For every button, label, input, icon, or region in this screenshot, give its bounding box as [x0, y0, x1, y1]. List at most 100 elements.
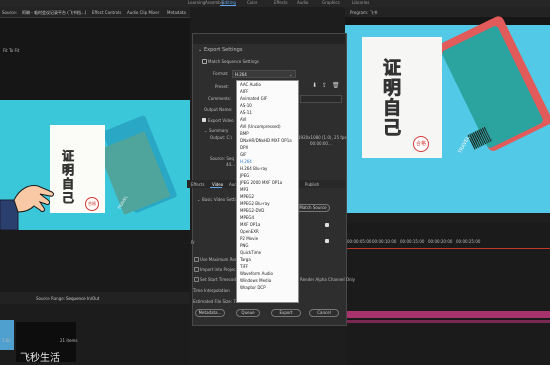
format-option-jpeg[interactable]: JPEG — [240, 173, 249, 178]
project-panel-header: Source Range: Sequence In/Out — [0, 292, 190, 304]
format-option-avi[interactable]: AVI — [240, 117, 246, 122]
tab-effect-controls[interactable]: Effect Controls — [92, 10, 121, 15]
format-option-animated-gif[interactable]: Animated GIF — [240, 96, 267, 101]
format-option-as11[interactable]: AS-11 — [240, 110, 252, 115]
format-option-mpeg2-bluray[interactable]: MPEG2 Blu-ray — [240, 201, 270, 206]
basic-video-chevron-icon[interactable]: ⌄ — [197, 197, 200, 202]
workspace-learning[interactable]: Learning — [188, 0, 205, 5]
summary-output-line-1: 1920x1080 (1.0), 25 fps — [298, 135, 347, 140]
source-clip-name[interactable]: 阿琳 - 临时会议记录平台 (飞书档...) — [22, 10, 86, 16]
comments-label: Comments: — [208, 96, 232, 101]
format-option-tiff[interactable]: TIFF — [240, 264, 248, 269]
save-preset-icon[interactable]: ⬇ — [312, 82, 317, 89]
summary-chevron-icon[interactable]: ⌄ — [204, 128, 207, 133]
format-option-openexr[interactable]: OpenEXR — [240, 229, 259, 234]
format-option-mpeg2[interactable]: MPEG2 — [240, 194, 254, 199]
cancel-button[interactable]: Cancel — [309, 309, 339, 317]
format-label: Format: — [213, 71, 229, 76]
start-timecode-label: Set Start Timecode — [200, 277, 239, 282]
format-option-h264-bluray[interactable]: H.264 Blu-ray — [240, 166, 267, 171]
match-source-button[interactable]: Match Source — [296, 204, 330, 212]
time-interpolation-label: Time Interpolation — [193, 288, 230, 293]
card-left-char-4: 己 — [62, 191, 75, 205]
format-option-aac[interactable]: AAC Audio — [240, 82, 261, 87]
workspace-color[interactable]: Color — [247, 0, 257, 5]
summary-output-line-2: 00:00:00... — [310, 141, 332, 146]
metadata-button[interactable]: Metadata... — [195, 309, 225, 317]
format-option-wraptor[interactable]: Wraptor DCP — [240, 285, 266, 290]
format-option-gif[interactable]: GIF — [240, 152, 247, 157]
format-option-aiff[interactable]: AIFF — [240, 89, 249, 94]
export-settings-chevron-icon[interactable]: ⌄ — [198, 47, 202, 53]
workspace-effects[interactable]: Effects — [274, 0, 288, 5]
format-option-windows-media[interactable]: Windows Media — [240, 278, 271, 283]
chevron-down-icon: ⌄ — [289, 72, 293, 77]
format-option-bmp[interactable]: BMP — [240, 131, 249, 136]
export-video-label: Export Video — [208, 118, 234, 123]
frame-rate-check[interactable] — [325, 239, 329, 243]
source-monitor-controls: Fit 00:00:04:08 ▶ ◀ ▶▶ — [0, 230, 190, 303]
match-sequence-checkbox[interactable] — [202, 59, 207, 64]
summary-source-sub: 44... — [226, 162, 235, 167]
import-project-checkbox[interactable] — [194, 267, 199, 272]
format-option-h264[interactable]: H.264 — [240, 159, 252, 164]
format-option-p2[interactable]: P2 Movie — [240, 236, 258, 241]
width-check[interactable] — [325, 223, 329, 227]
render-alpha-label: Render Alpha Channel Only — [300, 277, 356, 282]
format-option-mp3[interactable]: MP3 — [240, 187, 248, 192]
card-right-char-4: 己 — [383, 118, 402, 139]
frame-rate-label: Fr — [191, 240, 195, 245]
tab-effects[interactable]: Effects — [191, 182, 205, 187]
delete-preset-icon[interactable]: 🗑 — [332, 82, 340, 89]
export-button[interactable]: Export — [271, 309, 301, 317]
workspace-audio[interactable]: Audio — [297, 0, 308, 5]
tab-metadata[interactable]: Metadata — [167, 10, 186, 15]
workspace-graphics[interactable]: Graphics — [322, 0, 340, 5]
format-option-targa[interactable]: Targa — [240, 257, 251, 262]
project-thumbnail[interactable] — [0, 320, 14, 350]
stamp-right: 合格 — [413, 136, 429, 152]
format-option-quicktime[interactable]: QuickTime — [240, 250, 261, 255]
timeline-panel — [345, 223, 550, 365]
timeline-clip-1[interactable] — [345, 311, 550, 318]
comments-field[interactable] — [300, 95, 342, 103]
tab-source[interactable]: Source: — [2, 10, 17, 15]
format-option-png[interactable]: PNG — [240, 243, 249, 248]
source-fit-label[interactable]: Fit To Fit — [3, 48, 19, 53]
format-option-waveform[interactable]: Waveform Audio — [240, 271, 273, 276]
source-monitor-top: Fit To Fit — [0, 18, 190, 100]
match-sequence-label: Match Sequence Settings — [208, 59, 259, 64]
timecode-3: 00:00:15:00 — [400, 239, 425, 244]
hand-illustration — [0, 185, 54, 231]
format-option-as10[interactable]: AS-10 — [240, 103, 252, 108]
format-select[interactable]: H.264 ⌄ — [232, 70, 296, 78]
format-option-mxf[interactable]: MXF OP1a — [240, 222, 260, 227]
format-option-dnxhr[interactable]: DNxHR/DNxHD MXF OP1a — [240, 138, 292, 143]
export-video-checkbox[interactable] — [202, 118, 206, 122]
format-select-value: H.264 — [235, 72, 247, 77]
import-preset-icon[interactable]: ⇪ — [322, 82, 327, 89]
tab-audio-clip-mixer[interactable]: Audio Clip Mixer — [127, 10, 159, 15]
format-option-avi-uncompressed[interactable]: AVI (Uncompressed) — [240, 124, 281, 129]
format-option-mpeg4[interactable]: MPEG4 — [240, 215, 254, 220]
workspace-libraries[interactable]: Libraries — [352, 0, 369, 5]
format-option-jpeg2000[interactable]: JPEG 2000 MXF OP1a — [240, 180, 282, 185]
timeline-clip-2[interactable] — [345, 320, 550, 323]
card-left-char-1: 证 — [62, 149, 75, 163]
export-settings-heading: Export Settings — [204, 47, 243, 53]
queue-button[interactable]: Queue — [236, 309, 260, 317]
format-option-mpeg2-dvd[interactable]: MPEG2-DVD — [240, 208, 264, 213]
timecode-1: 00:00:05:00 — [347, 239, 372, 244]
project-item-count: 21 items — [60, 338, 78, 343]
max-render-checkbox[interactable] — [194, 257, 199, 262]
active-tab-underline — [210, 187, 222, 188]
tab-program[interactable]: Program: 飞书 — [350, 10, 378, 16]
tab-publish[interactable]: Publish — [305, 182, 319, 187]
output-name-label: Output Name: — [204, 107, 233, 112]
start-timecode-checkbox[interactable] — [194, 277, 199, 282]
project-source-range-value[interactable]: Sequence In/Out — [66, 296, 99, 301]
card-left-char-2: 明 — [62, 163, 75, 177]
dialog-titlebar — [193, 34, 345, 44]
source-panel-tabs: Source: 阿琳 - 临时会议记录平台 (飞书档...) Effect Co… — [0, 7, 190, 17]
format-option-dpx[interactable]: DPX — [240, 145, 248, 150]
